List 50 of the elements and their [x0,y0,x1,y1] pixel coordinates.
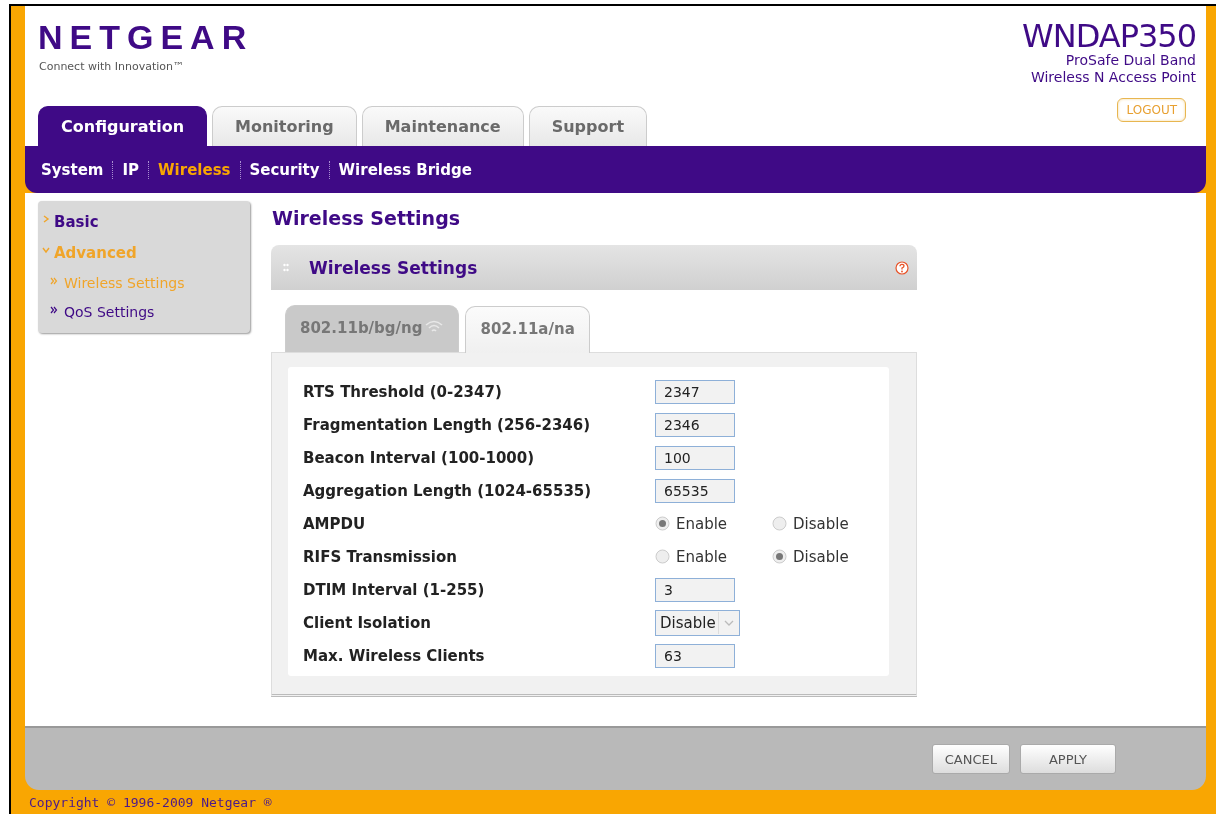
text-field[interactable]: 63 [655,643,735,668]
grip-icon [283,262,289,273]
text-field[interactable]: 3 [655,577,735,602]
setting-label: DTIM Interval (1-255) [303,580,486,599]
dropdown[interactable]: Disable [655,609,740,636]
radio-label: Disable [793,547,849,566]
radio-label: Enable [676,547,728,566]
setting-label: RIFS Transmission [303,547,458,566]
radio-button[interactable] [772,516,787,531]
radio-button[interactable] [655,549,670,564]
netgear-logo: NETGEAR [38,20,254,54]
setting-label: Fragmentation Length (256-2346) [303,415,592,434]
setting-label: Beacon Interval (100-1000) [303,448,536,467]
radio-button[interactable] [772,549,787,564]
setting-label: RTS Threshold (0-2347) [303,382,503,401]
copyright: Copyright © 1996-2009 Netgear ® [29,795,272,810]
setting-label: Max. Wireless Clients [303,646,486,665]
main-tab[interactable]: Support [528,106,648,146]
sub-nav-link[interactable]: Wireless Bridge [329,160,481,179]
tagline: Connect with Innovation™ [39,60,185,73]
double-chevron-icon [50,306,58,314]
setting-label: AMPDU [303,514,367,533]
sub-nav-link[interactable]: Wireless [149,160,240,179]
sidebar-subitem[interactable]: QoS Settings [64,304,155,333]
radio-label: Enable [676,514,728,533]
footer-button[interactable]: APPLY [1019,744,1116,774]
text-field[interactable]: 65535 [655,478,735,503]
text-field[interactable]: 2347 [655,379,735,404]
panel-title: Wireless Settings [309,257,479,278]
sub-nav-link[interactable]: Security [240,160,329,179]
sub-nav-link[interactable]: IP [113,160,149,179]
setting-label: Aggregation Length (1024-65535) [303,481,593,500]
main-tab[interactable]: Monitoring [212,106,357,146]
radio-label: Disable [793,514,849,533]
text-field[interactable]: 2346 [655,412,735,437]
sidebar-item[interactable]: Basic [54,213,99,231]
model-name: WNDAP350 [1022,20,1196,52]
main-tab[interactable]: Maintenance [361,106,524,146]
sub-nav-link[interactable]: System [41,160,113,179]
footer-button[interactable]: CANCEL [931,744,1010,774]
band-tab[interactable]: 802.11a/na [465,306,590,353]
help-icon[interactable] [895,260,909,275]
setting-label: Client Isolation [303,613,432,632]
radio-button[interactable] [655,516,670,531]
product-line: ProSafe Dual Band [1065,52,1196,69]
main-tab[interactable]: Configuration [38,106,208,146]
product-line: Wireless N Access Point [1030,69,1196,86]
double-chevron-icon [50,277,58,285]
text-field[interactable]: 100 [655,445,735,470]
page-title: Wireless Settings [272,207,462,229]
